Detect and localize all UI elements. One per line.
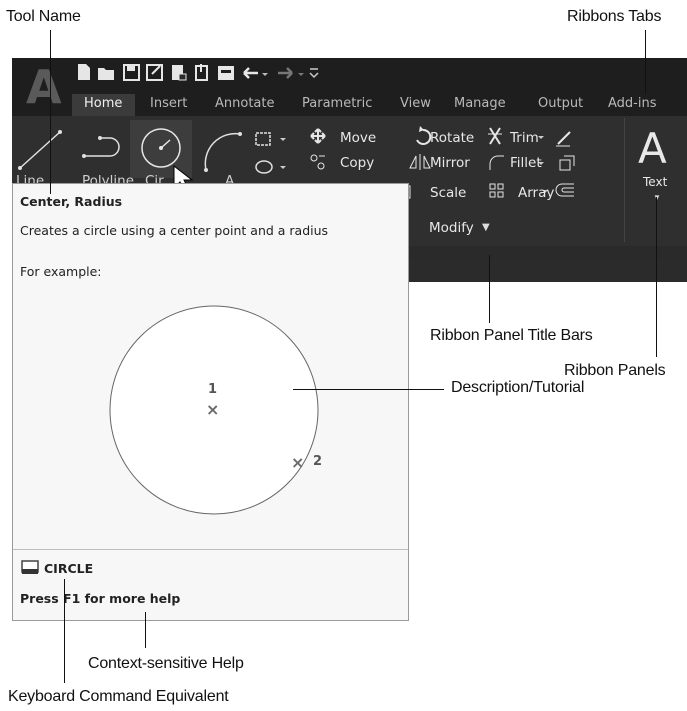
save-icon[interactable]: [123, 64, 140, 81]
copy-tool[interactable]: Copy: [340, 155, 374, 171]
erase-icon[interactable]: [556, 131, 571, 147]
fillet-tool[interactable]: Fillet: [510, 155, 542, 171]
tooltip-title: Center, Radius: [20, 194, 123, 209]
modify-panel-title[interactable]: Modify: [429, 220, 474, 236]
leader-description-tutorial: [293, 389, 444, 390]
leader-ribbon-panel-title-bars: [489, 255, 490, 323]
polyline-tool-icon[interactable]: [82, 136, 120, 158]
radius-point-label: 2: [313, 454, 323, 469]
trim-tool[interactable]: Trim: [510, 130, 539, 146]
center-point-label: 1: [208, 382, 218, 397]
leader-context-sensitive-help: [145, 612, 146, 648]
tab-output[interactable]: Output: [538, 96, 583, 111]
tab-home[interactable]: Home: [84, 96, 122, 111]
line-tool-icon[interactable]: [18, 130, 62, 170]
tab-view[interactable]: View: [400, 96, 431, 111]
quick-access-toolbar: [78, 64, 319, 81]
callout-tool-name: Tool Name: [6, 8, 81, 25]
text-tool-icon[interactable]: A: [638, 124, 667, 173]
rotate-tool[interactable]: Rotate: [430, 130, 474, 146]
modify-panel-title-chevron-icon[interactable]: ▼: [482, 222, 490, 233]
tooltip-example-label: For example:: [20, 264, 102, 279]
radius-point-marker: ×: [291, 453, 304, 472]
open-folder-icon[interactable]: [98, 68, 114, 80]
move-tool[interactable]: Move: [340, 130, 376, 146]
callout-keyboard-command-equivalent: Keyboard Command Equivalent: [8, 688, 229, 705]
example-circle-illustration: × ×: [109, 305, 319, 515]
share-icon[interactable]: [195, 64, 208, 81]
leader-keyboard-command-equivalent: [64, 579, 65, 683]
tab-manage[interactable]: Manage: [454, 96, 506, 111]
plot-icon[interactable]: [218, 66, 234, 80]
move-icon[interactable]: [310, 128, 326, 144]
callout-ribbon-panel-title-bars: Ribbon Panel Title Bars: [430, 327, 593, 344]
leader-ribbon-panels: [656, 197, 657, 357]
rotate-icon[interactable]: [416, 126, 432, 145]
command-line-icon: [21, 560, 39, 574]
circle-tooltip: Center, Radius Creates a circle using a …: [12, 183, 409, 621]
tooltip-description: Creates a circle using a center point an…: [20, 223, 329, 238]
text-tool-label[interactable]: Text: [643, 175, 667, 189]
undo-icon[interactable]: [243, 67, 268, 79]
ellipse-tool-icon[interactable]: [255, 160, 286, 174]
panel-separator: [624, 118, 625, 242]
mirror-tool[interactable]: Mirror: [430, 155, 470, 171]
help-hint: Press F1 for more help: [20, 591, 181, 606]
command-name: CIRCLE: [44, 561, 94, 576]
publish-icon[interactable]: [172, 65, 187, 81]
customize-toolbar-icon[interactable]: [309, 68, 319, 79]
tooltip-divider: [13, 549, 408, 550]
callout-ribbon-panels: Ribbon Panels: [564, 362, 666, 379]
array-tool[interactable]: Array: [518, 185, 554, 201]
leader-tool-name: [50, 30, 51, 194]
callout-context-sensitive-help: Context-sensitive Help: [88, 655, 244, 672]
copy-icon[interactable]: [310, 154, 325, 170]
new-file-icon[interactable]: [78, 64, 90, 80]
leader-ribbons-tabs: [645, 30, 646, 94]
center-point-marker: ×: [206, 400, 219, 419]
mirror-icon[interactable]: [409, 154, 431, 170]
scale-tool[interactable]: Scale: [430, 185, 466, 201]
rectangle-tool-icon[interactable]: [255, 132, 286, 146]
tab-insert[interactable]: Insert: [150, 96, 187, 111]
offset-icon[interactable]: [555, 183, 574, 197]
callout-description-tutorial: Description/Tutorial: [451, 379, 585, 396]
arc-tool-icon[interactable]: [204, 132, 242, 172]
save-as-icon[interactable]: [146, 64, 163, 81]
tab-annotate[interactable]: Annotate: [215, 96, 274, 111]
callout-ribbons-tabs: Ribbons Tabs: [567, 8, 662, 25]
tab-parametric[interactable]: Parametric: [302, 96, 372, 111]
redo-icon[interactable]: [278, 67, 304, 79]
explode-icon[interactable]: [559, 155, 575, 171]
tab-add-ins[interactable]: Add-ins: [608, 96, 656, 111]
application-logo[interactable]: A: [26, 62, 66, 112]
